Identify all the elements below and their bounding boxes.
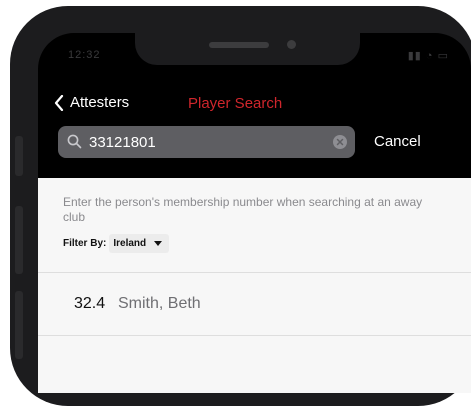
cancel-button[interactable]: Cancel — [374, 133, 421, 150]
results-panel: Enter the person's membership number whe… — [38, 178, 471, 393]
status-indicators: ▮▮ ◔ ▭ — [407, 50, 449, 62]
status-time: 12:32 — [68, 49, 101, 61]
back-button[interactable]: Attesters — [54, 94, 129, 111]
filter-row: Filter By: Ireland — [63, 231, 170, 255]
navigation-bar: Attesters Player Search — [38, 88, 471, 118]
caret-down-icon — [154, 240, 163, 246]
back-label: Attesters — [70, 94, 130, 111]
search-input[interactable] — [89, 126, 329, 158]
search-hint: Enter the person's membership number whe… — [63, 195, 423, 224]
page-title: Player Search — [188, 95, 283, 112]
clear-search-icon[interactable] — [333, 135, 347, 149]
search-icon — [67, 134, 82, 149]
search-field-container — [58, 126, 355, 158]
phone-screen: 12:32 ▮▮ ◔ ▭ Attesters Player Search Can… — [38, 33, 471, 393]
player-handicap: 32.4 — [74, 295, 106, 312]
phone-side-button — [15, 136, 23, 176]
filter-dropdown[interactable]: Ireland — [109, 233, 170, 253]
divider — [38, 335, 471, 336]
phone-notch — [135, 33, 360, 65]
filter-label: Filter By: — [63, 237, 107, 249]
front-camera — [287, 40, 296, 49]
phone-side-button — [15, 291, 23, 359]
player-name: Smith, Beth — [118, 295, 201, 312]
filter-value: Ireland — [113, 237, 147, 249]
result-row[interactable]: 32.4 Smith, Beth — [38, 273, 471, 335]
speaker-grille — [209, 42, 269, 48]
phone-side-button — [15, 206, 23, 274]
chevron-left-icon — [54, 94, 64, 111]
search-bar: Cancel — [58, 126, 459, 158]
